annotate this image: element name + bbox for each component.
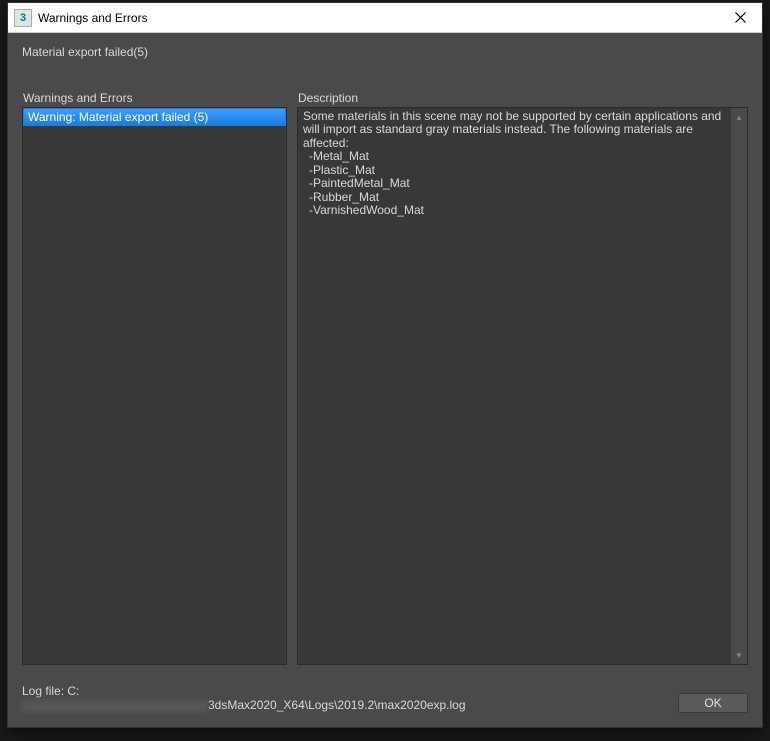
description-item: -Rubber_Mat — [303, 191, 725, 204]
close-icon — [735, 12, 746, 23]
footer: Log file: C: 3dsMax2020_X64\Logs\2019.2\… — [22, 685, 748, 713]
close-button[interactable] — [718, 3, 762, 33]
log-file-path-suffix: 3dsMax2020_X64\Logs\2019.2\max2020exp.lo… — [208, 699, 466, 713]
list-item[interactable]: Warning: Material export failed (5) — [23, 108, 286, 126]
warnings-errors-dialog: 3 Warnings and Errors Material export fa… — [7, 2, 763, 728]
title-bar: 3 Warnings and Errors — [8, 3, 762, 33]
redacted-path-segment — [22, 700, 208, 712]
log-file-label: Log file: C: — [22, 685, 668, 699]
description-panel-label: Description — [297, 91, 748, 105]
description-item: -PaintedMetal_Mat — [303, 177, 725, 190]
scrollbar[interactable]: ▴ ▾ — [730, 108, 747, 664]
panels: Warnings and Errors Warning: Material ex… — [22, 91, 748, 665]
description-item: -Plastic_Mat — [303, 164, 725, 177]
description-panel: Description Some materials in this scene… — [297, 91, 748, 665]
log-area: Log file: C: 3dsMax2020_X64\Logs\2019.2\… — [22, 685, 668, 713]
scroll-up-icon[interactable]: ▴ — [731, 108, 747, 126]
description-text[interactable]: Some materials in this scene may not be … — [298, 108, 730, 664]
description-box: Some materials in this scene may not be … — [297, 107, 748, 665]
dialog-body: Material export failed(5) Warnings and E… — [8, 33, 762, 727]
description-intro: Some materials in this scene may not be … — [303, 110, 725, 150]
warnings-panel-label: Warnings and Errors — [22, 91, 287, 105]
description-item: -VarnishedWood_Mat — [303, 204, 725, 217]
scroll-down-icon[interactable]: ▾ — [731, 646, 747, 664]
log-file-path: 3dsMax2020_X64\Logs\2019.2\max2020exp.lo… — [22, 699, 668, 713]
warnings-panel: Warnings and Errors Warning: Material ex… — [22, 91, 287, 665]
window-title: Warnings and Errors — [38, 11, 718, 25]
app-icon: 3 — [14, 9, 32, 27]
subtitle: Material export failed(5) — [22, 45, 748, 59]
description-item: -Metal_Mat — [303, 150, 725, 163]
ok-button[interactable]: OK — [678, 693, 748, 713]
warnings-listbox[interactable]: Warning: Material export failed (5) — [22, 107, 287, 665]
